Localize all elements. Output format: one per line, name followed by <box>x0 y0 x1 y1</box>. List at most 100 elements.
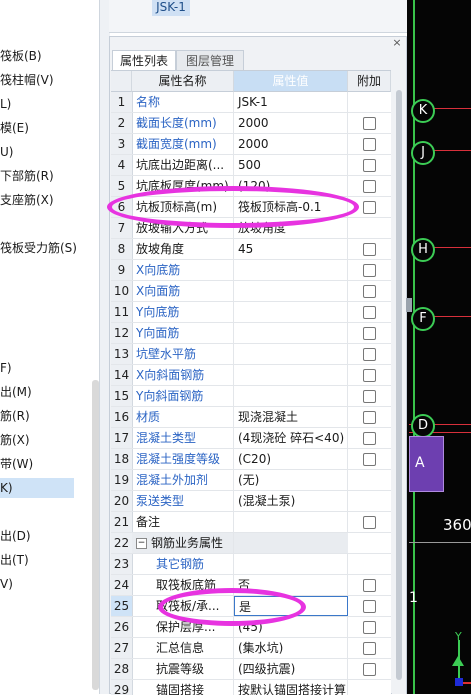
tree-item[interactable]: 筋(R) <box>0 406 30 426</box>
tree-item[interactable]: 支座筋(X) <box>0 190 54 210</box>
property-value[interactable] <box>234 260 348 280</box>
extra-checkbox[interactable] <box>363 411 376 424</box>
extra-checkbox[interactable] <box>363 348 376 361</box>
header-property-name[interactable]: 属性名称 <box>132 71 234 92</box>
tab-layer-manager[interactable]: 图层管理 <box>176 50 244 71</box>
tree-scrollbar[interactable] <box>92 380 99 690</box>
property-value[interactable] <box>234 512 348 532</box>
property-row[interactable]: 13 坑壁水平筋 <box>111 344 391 365</box>
property-row[interactable]: 11 Y向底筋 <box>111 302 391 323</box>
property-value[interactable] <box>234 302 348 322</box>
property-value[interactable] <box>234 365 348 385</box>
property-row[interactable]: 15 Y向斜面钢筋 <box>111 386 391 407</box>
property-row[interactable]: 20 泵送类型 (混凝土泵) <box>111 491 391 512</box>
property-row[interactable]: 9 X向底筋 <box>111 260 391 281</box>
tree-item[interactable]: F) <box>0 358 12 378</box>
property-value[interactable]: (4现浇砼 碎石<40) <box>234 428 348 448</box>
tree-item[interactable]: 出(T) <box>0 550 29 570</box>
property-row[interactable]: 4 坑底出边距离(... 500 <box>111 155 391 176</box>
property-row[interactable]: 22− 钢筋业务属性 <box>111 533 391 554</box>
tree-item[interactable]: 模(E) <box>0 118 29 138</box>
tree-item[interactable]: 筏柱帽(V) <box>0 70 54 90</box>
tree-item[interactable]: 出(M) <box>0 382 32 402</box>
tree-item[interactable]: 出(D) <box>0 526 31 546</box>
extra-checkbox[interactable] <box>363 327 376 340</box>
close-icon[interactable]: × <box>390 36 404 50</box>
tree-item[interactable]: V) <box>0 574 13 594</box>
tree-item[interactable]: U) <box>0 142 13 162</box>
component-list-item-selected[interactable]: JSK-1 <box>152 0 190 16</box>
extra-checkbox[interactable] <box>363 180 376 193</box>
property-row[interactable]: 28 抗震等级 (四级抗震) <box>111 659 391 680</box>
extra-checkbox[interactable] <box>363 264 376 277</box>
property-value[interactable]: (混凝土泵) <box>234 491 348 511</box>
tree-item[interactable]: 带(W) <box>0 454 33 474</box>
property-value[interactable]: 500 <box>234 155 348 175</box>
axis-bubble[interactable]: H <box>411 238 435 262</box>
tree-item[interactable]: K) <box>0 478 74 498</box>
property-value[interactable] <box>234 323 348 343</box>
extra-checkbox[interactable] <box>363 432 376 445</box>
property-value[interactable]: 45 <box>234 239 348 259</box>
tab-property-list[interactable]: 属性列表 <box>112 50 176 71</box>
property-row[interactable]: 10 X向面筋 <box>111 281 391 302</box>
property-value[interactable]: 现浇混凝土 <box>234 407 348 427</box>
property-row[interactable]: 18 混凝土强度等级 (C20) <box>111 449 391 470</box>
property-value[interactable]: 2000 <box>234 134 348 154</box>
extra-checkbox[interactable] <box>363 453 376 466</box>
property-row[interactable]: 14 X向斜面钢筋 <box>111 365 391 386</box>
canvas-edge-handle[interactable] <box>406 298 412 312</box>
extra-checkbox[interactable] <box>363 663 376 676</box>
property-row[interactable]: 23 其它钢筋 <box>111 554 391 575</box>
extra-checkbox[interactable] <box>363 390 376 403</box>
property-row[interactable]: 8 放坡角度 45 <box>111 239 391 260</box>
tree-item[interactable]: 筋(X) <box>0 430 30 450</box>
extra-checkbox[interactable] <box>363 201 376 214</box>
extra-checkbox[interactable] <box>363 138 376 151</box>
property-row[interactable]: 19 混凝土外加剂 (无) <box>111 470 391 491</box>
property-row[interactable]: 1 名称 JSK-1 <box>111 92 391 113</box>
property-value[interactable]: 按默认锚固搭接计算 <box>234 680 348 695</box>
property-row[interactable]: 17 混凝土类型 (4现浇砼 碎石<40) <box>111 428 391 449</box>
property-row[interactable]: 3 截面宽度(mm) 2000 <box>111 134 391 155</box>
property-row[interactable]: 21 备注 <box>111 512 391 533</box>
property-value[interactable] <box>234 344 348 364</box>
property-row[interactable]: 16 材质 现浇混凝土 <box>111 407 391 428</box>
property-value[interactable] <box>234 281 348 301</box>
tree-item[interactable]: 筏板受力筋(S) <box>0 238 77 258</box>
property-row[interactable]: 27 汇总信息 (集水坑) <box>111 638 391 659</box>
property-value[interactable] <box>234 554 348 574</box>
tree-item[interactable]: L) <box>0 94 11 114</box>
extra-checkbox[interactable] <box>363 117 376 130</box>
extra-checkbox[interactable] <box>363 621 376 634</box>
property-value[interactable]: (集水坑) <box>234 638 348 658</box>
property-value[interactable]: (四级抗震) <box>234 659 348 679</box>
extra-checkbox[interactable] <box>363 369 376 382</box>
extra-checkbox[interactable] <box>363 516 376 529</box>
property-value[interactable]: JSK-1 <box>234 92 348 112</box>
grid-scrollbar-thumb[interactable] <box>396 90 402 680</box>
collapse-icon[interactable]: − <box>136 538 147 549</box>
property-value[interactable]: 2000 <box>234 113 348 133</box>
property-row[interactable]: 12 Y向面筋 <box>111 323 391 344</box>
property-value[interactable] <box>234 386 348 406</box>
axis-bubble[interactable]: F <box>411 307 435 331</box>
axis-bubble[interactable]: J <box>411 141 435 165</box>
extra-checkbox[interactable] <box>363 285 376 298</box>
extra-checkbox[interactable] <box>363 600 376 613</box>
extra-checkbox[interactable] <box>363 243 376 256</box>
property-row[interactable]: 2 截面长度(mm) 2000 <box>111 113 391 134</box>
extra-checkbox[interactable] <box>363 159 376 172</box>
property-value[interactable] <box>234 533 348 553</box>
property-value[interactable]: (C20) <box>234 449 348 469</box>
header-extra[interactable]: 附加 <box>348 71 391 92</box>
extra-checkbox[interactable] <box>363 579 376 592</box>
property-row[interactable]: 29 锚固搭接 按默认锚固搭接计算 <box>111 680 391 695</box>
property-value[interactable]: (无) <box>234 470 348 490</box>
tree-item[interactable]: 筏板(B) <box>0 46 42 66</box>
header-property-value[interactable]: 属性值 <box>234 71 348 92</box>
axis-bubble[interactable]: K <box>411 99 435 123</box>
axis-bubble[interactable]: D <box>411 414 435 438</box>
extra-checkbox[interactable] <box>363 306 376 319</box>
tree-item[interactable]: 下部筋(R) <box>0 166 54 186</box>
